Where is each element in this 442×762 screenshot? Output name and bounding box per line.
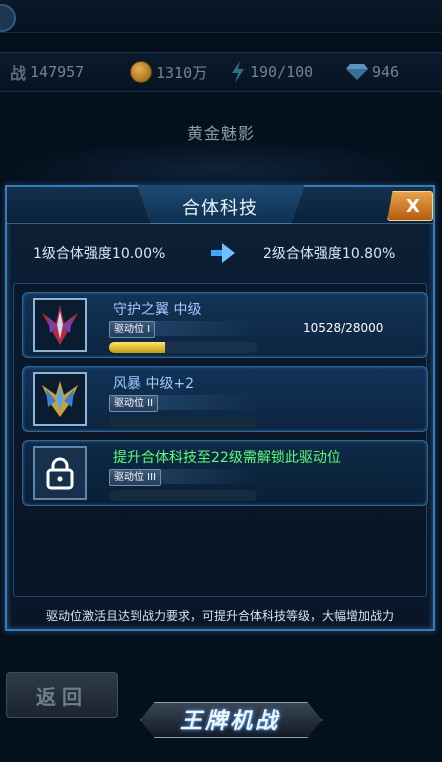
lightning-icon bbox=[232, 61, 244, 83]
drive-slot-1[interactable]: 守护之翼 中级 驱动位 I 10528/28000 bbox=[22, 292, 428, 358]
close-icon: X bbox=[406, 195, 420, 217]
game-logo: 王牌机战 bbox=[140, 692, 322, 746]
slot-1-progress-text: 10528/28000 bbox=[303, 321, 384, 335]
slot-2-label: 驱动位 II bbox=[109, 395, 159, 412]
current-strength: 1级合体强度10.00% bbox=[33, 246, 166, 262]
slot-3-label: 驱动位 III bbox=[109, 469, 162, 486]
lock-icon bbox=[33, 446, 87, 500]
power-value: 147957 bbox=[30, 63, 85, 81]
coin-value: 1310万 bbox=[156, 63, 208, 82]
close-button[interactable]: X bbox=[387, 191, 433, 221]
slot-2-name: 风暴 中级+2 bbox=[113, 376, 195, 392]
back-label: 返回 bbox=[36, 684, 88, 709]
logo-text: 王牌机战 bbox=[179, 709, 280, 734]
footer-note: 驱动位激活且达到战力要求，可提升合体科技等级，大幅增加战力 bbox=[45, 609, 394, 623]
energy-value: 190/100 bbox=[250, 63, 314, 81]
drive-slot-3[interactable]: 提升合体科技至22级需解锁此驱动位 驱动位 III bbox=[22, 440, 428, 506]
slot-1-name: 守护之翼 中级 bbox=[113, 302, 202, 318]
slot-1-label: 驱动位 I bbox=[109, 321, 156, 338]
gem-resource: 946 bbox=[346, 61, 399, 83]
power-label: 战 bbox=[10, 64, 27, 83]
dialog-title: 合体科技 bbox=[182, 198, 258, 219]
fusion-tech-dialog: 合体科技 X 1级合体强度10.00% 2级合体强度10.80% 守护之翼 中级 bbox=[5, 185, 435, 631]
energy-resource: 190/100 bbox=[230, 61, 313, 83]
power-resource: 战 147957 bbox=[10, 61, 84, 83]
diamond-icon bbox=[346, 64, 368, 80]
drive-slot-2[interactable]: 风暴 中级+2 驱动位 II bbox=[22, 366, 428, 432]
coin-icon bbox=[130, 61, 152, 83]
top-left-button[interactable] bbox=[0, 4, 16, 32]
strength-row: 1级合体强度10.00% 2级合体强度10.80% bbox=[7, 241, 433, 265]
storm-ship-icon bbox=[33, 372, 87, 426]
dialog-header: 合体科技 X bbox=[7, 185, 433, 224]
slot-3-track bbox=[109, 490, 257, 501]
resource-bar: 战 147957 1310万 190/100 946 bbox=[0, 52, 442, 92]
back-button[interactable]: 返回 bbox=[6, 672, 118, 718]
wing-ship-icon bbox=[33, 298, 87, 352]
drive-slot-list: 守护之翼 中级 驱动位 I 10528/28000 风暴 中级+2 驱动位 II bbox=[13, 283, 428, 597]
next-strength: 2级合体强度10.80% bbox=[263, 246, 396, 262]
slot-3-unlock-hint: 提升合体科技至22级需解锁此驱动位 bbox=[113, 450, 341, 466]
slot-2-track bbox=[109, 416, 257, 427]
slot-1-progress-bar bbox=[109, 342, 257, 353]
slot-1-progress-fill bbox=[109, 342, 165, 353]
arrow-right-icon bbox=[211, 243, 235, 263]
top-bar bbox=[0, 0, 442, 33]
gem-value: 946 bbox=[372, 63, 400, 81]
coin-resource: 1310万 bbox=[130, 61, 207, 83]
